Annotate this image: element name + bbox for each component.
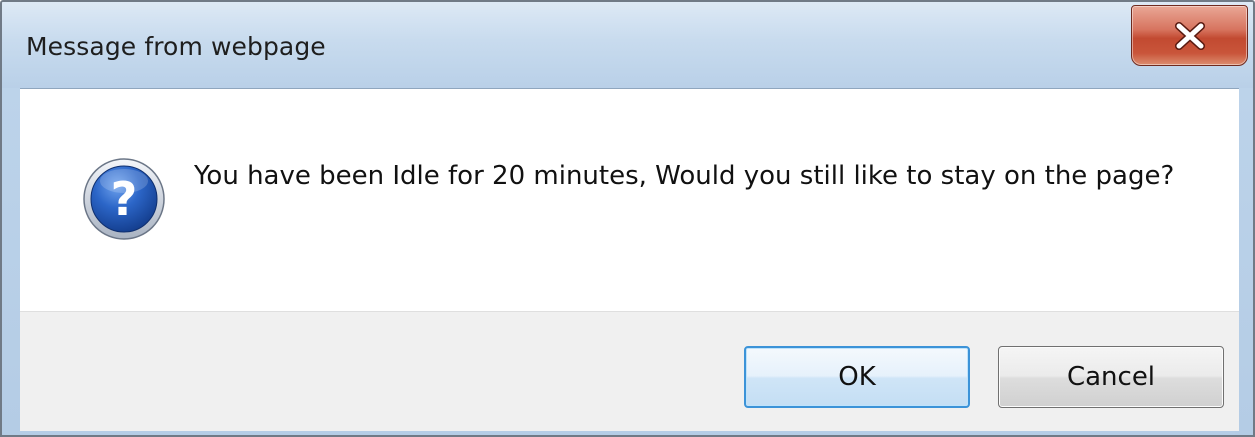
message-area: ? You have been Idle for 20 minutes, Wou…	[20, 89, 1239, 311]
close-icon	[1174, 21, 1205, 50]
dialog-window: Message from webpage ? You have been Idl…	[0, 0, 1255, 437]
window-frame-left	[2, 88, 20, 435]
button-area: OK Cancel	[20, 311, 1239, 431]
close-button[interactable]	[1131, 5, 1248, 66]
dialog-content: ? You have been Idle for 20 minutes, Wou…	[20, 88, 1239, 431]
dialog-message: You have been Idle for 20 minutes, Would…	[194, 161, 1175, 191]
title-bar[interactable]: Message from webpage	[2, 2, 1253, 88]
cancel-button[interactable]: Cancel	[998, 346, 1224, 408]
question-icon: ?	[83, 158, 165, 240]
dialog-title: Message from webpage	[26, 32, 326, 61]
svg-text:?: ?	[111, 172, 138, 226]
ok-button[interactable]: OK	[744, 346, 970, 408]
